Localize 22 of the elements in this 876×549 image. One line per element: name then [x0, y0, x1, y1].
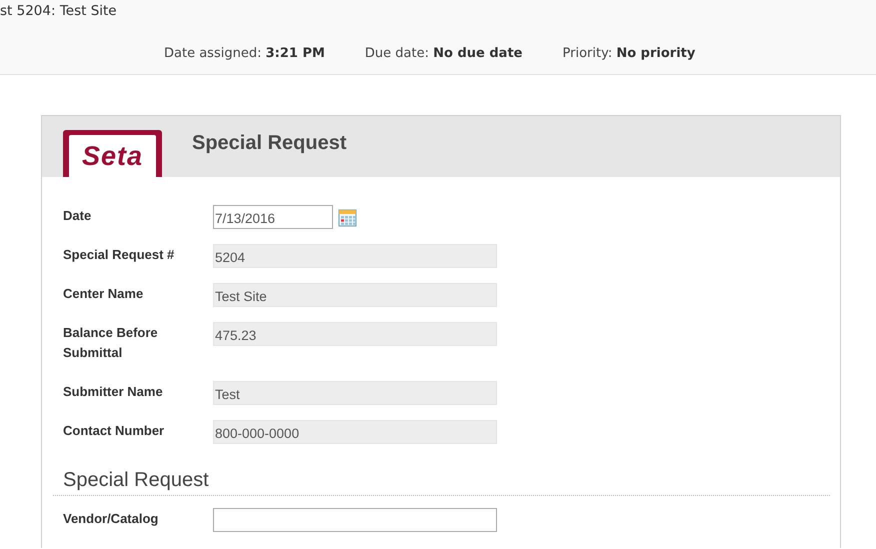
logo: Seta — [63, 130, 162, 177]
readonly-field[interactable]: Test Site — [213, 283, 497, 307]
calendar-icon[interactable] — [338, 208, 357, 227]
readonly-field[interactable]: 800-000-0000 — [213, 420, 497, 444]
field-label: Submitter Name — [63, 383, 164, 401]
date-field[interactable]: 7/13/2016 — [213, 205, 333, 229]
field-label: Center Name — [63, 285, 144, 303]
readonly-field[interactable]: 475.23 — [213, 322, 497, 346]
readonly-field[interactable]: Test — [213, 381, 497, 405]
field-label: Vendor/Catalog — [63, 510, 160, 528]
meta-info: Date assigned: 3:21 PM — [164, 46, 325, 61]
form-title: Special Request — [192, 132, 347, 155]
readonly-field[interactable]: 5204 — [213, 244, 497, 268]
field-label: Balance Before Submittal — [63, 324, 159, 362]
field-label: Contact Number — [63, 422, 166, 440]
meta-info: Priority: No priority — [562, 46, 696, 61]
field-label: Special Request # — [63, 246, 176, 264]
meta-info: Due date: No due date — [364, 46, 522, 61]
text-field[interactable] — [213, 508, 497, 532]
page-title: st 5204: Test Site — [0, 3, 117, 19]
section-heading: Special Request — [63, 469, 210, 493]
field-label: Date — [63, 207, 92, 225]
